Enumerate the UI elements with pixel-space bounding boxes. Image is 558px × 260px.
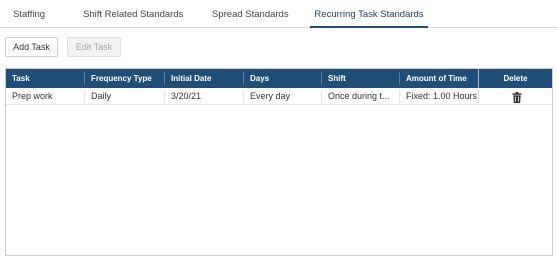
cell-amount-of-time: Fixed: 1.00 Hours bbox=[406, 91, 478, 101]
table-row[interactable]: Prep work Daily 3/20/21 Every day Once d… bbox=[6, 88, 552, 105]
cell-task: Prep work bbox=[12, 91, 53, 101]
table-header: Task Frequency Type Initial Date Days Sh… bbox=[6, 69, 552, 88]
column-header-days[interactable]: Days bbox=[244, 69, 269, 88]
column-header-task[interactable]: Task bbox=[6, 69, 30, 88]
cell-days: Every day bbox=[250, 91, 291, 101]
column-header-frequency-type[interactable]: Frequency Type bbox=[85, 69, 152, 88]
add-task-button[interactable]: Add Task bbox=[5, 37, 58, 57]
column-header-shift[interactable]: Shift bbox=[322, 69, 346, 88]
column-header-amount-of-time[interactable]: Amount of Time bbox=[400, 69, 467, 88]
cell-frequency-type: Daily bbox=[91, 91, 112, 101]
row-divider bbox=[478, 90, 479, 103]
edit-task-button[interactable]: Edit Task bbox=[67, 37, 121, 57]
tab-shift-related-standards[interactable]: Shift Related Standards bbox=[83, 0, 183, 28]
tasks-table: Task Frequency Type Initial Date Days Sh… bbox=[5, 68, 553, 256]
tab-staffing[interactable]: Staffing bbox=[13, 0, 45, 28]
column-header-initial-date[interactable]: Initial Date bbox=[165, 69, 211, 88]
tab-bar: Staffing Shift Related Standards Spread … bbox=[0, 0, 558, 28]
cell-initial-date: 3/20/21 bbox=[171, 91, 202, 101]
column-header-delete: Delete bbox=[503, 74, 528, 83]
cell-shift: Once during t... bbox=[328, 91, 390, 101]
tab-recurring-task-standards[interactable]: Recurring Task Standards bbox=[310, 0, 428, 28]
tab-spread-standards[interactable]: Spread Standards bbox=[212, 0, 289, 28]
trash-icon[interactable] bbox=[512, 92, 522, 103]
